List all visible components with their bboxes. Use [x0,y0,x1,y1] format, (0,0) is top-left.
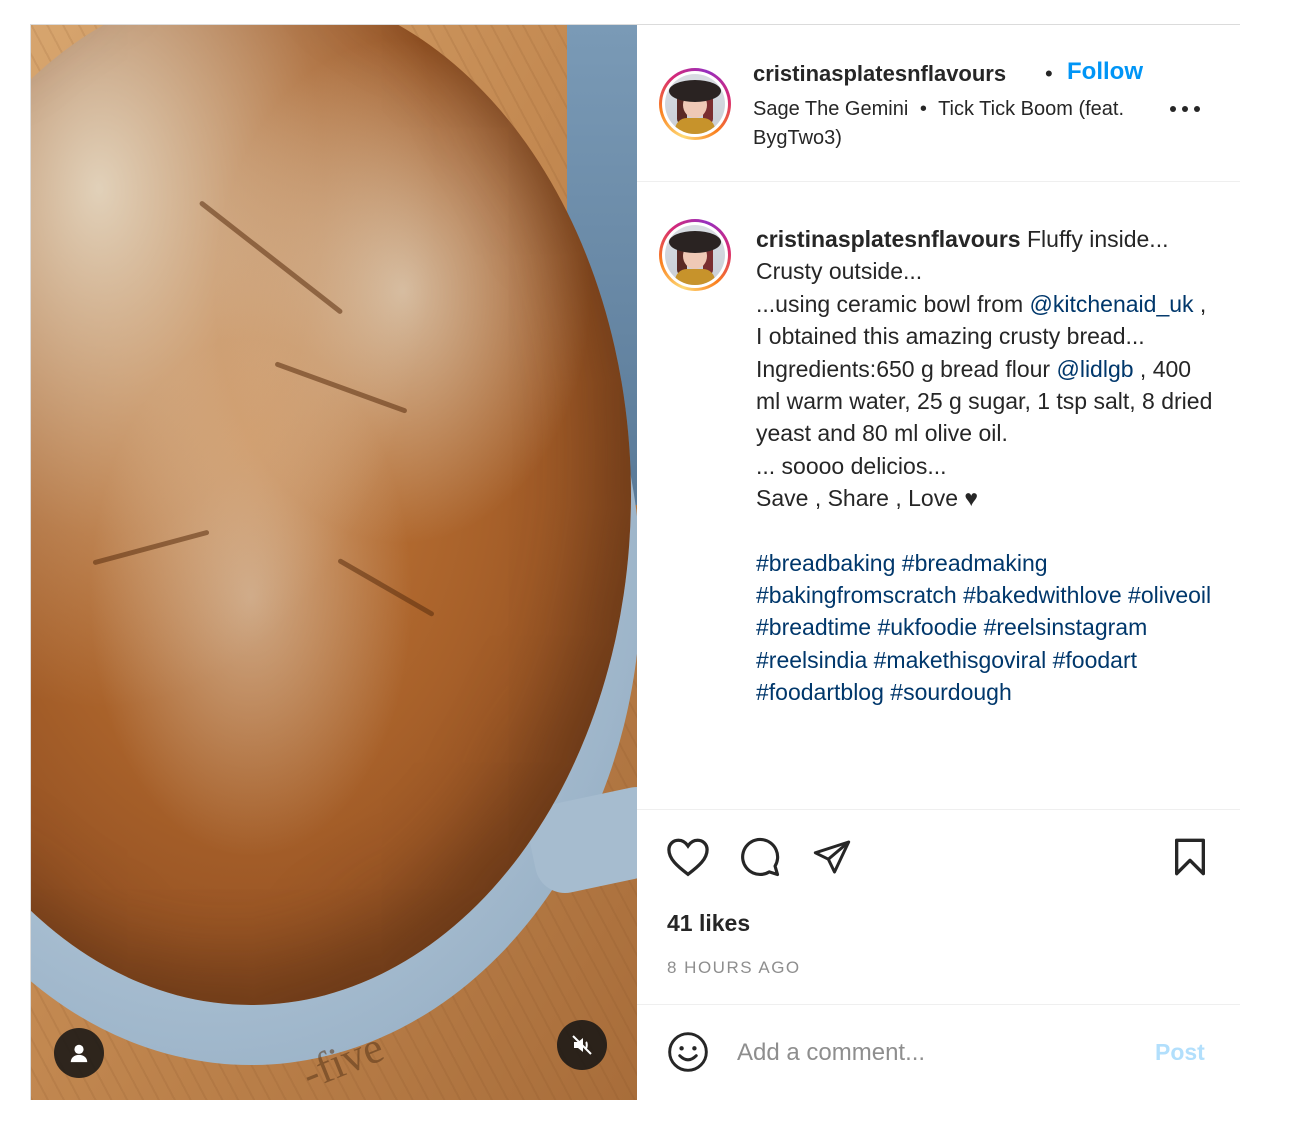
caption-username[interactable]: cristinasplatesnflavours [756,226,1021,252]
more-horizontal-icon [1170,106,1200,112]
caption-section: cristinasplatesnflavours Fluffy inside..… [637,183,1240,809]
send-icon [813,840,851,874]
comment-bar: Post [637,1005,1240,1100]
post-comment-button[interactable]: Post [1155,1039,1205,1066]
mention-link[interactable]: @kitchenaid_uk [1030,291,1194,317]
caption-text: cristinasplatesnflavours Fluffy inside..… [756,223,1216,709]
avatar[interactable] [659,68,731,140]
like-button[interactable] [665,834,711,880]
bookmark-icon [1174,838,1205,876]
post-video[interactable]: -five [31,25,637,1100]
follow-button[interactable]: Follow [1067,58,1143,86]
comment-input[interactable] [737,1033,1137,1073]
separator: • [1045,61,1053,86]
audio-artist[interactable]: Sage The Gemini [753,98,908,120]
caption-line: Fluffy inside... [1020,226,1169,252]
header-username[interactable]: cristinasplatesnflavours [753,61,1041,87]
audio-dot: • [919,98,927,120]
more-options-button[interactable] [1169,89,1201,120]
audio-info[interactable]: Sage The Gemini • Tick Tick Boom (feat. … [753,95,1153,153]
tagged-user-button[interactable] [54,1028,104,1078]
instagram-post: -five cristinasplatesnflavours • Follow … [30,24,1240,1100]
caption-line: ... soooo delicios... [756,452,947,479]
emoji-button[interactable] [665,1029,711,1075]
mute-button[interactable] [557,1020,607,1070]
caption-line: Ingredients:650 g bread flour [756,355,1057,382]
user-icon [70,1044,88,1063]
caption-avatar[interactable] [659,219,731,291]
emoji-icon [668,1032,708,1072]
save-button[interactable] [1167,834,1213,880]
mention-link[interactable]: @lidlgb [1056,356,1133,382]
comment-button[interactable] [737,834,783,880]
share-button[interactable] [809,834,855,880]
post-header: cristinasplatesnflavours • Follow Sage T… [637,25,1240,182]
caption-line: ...using ceramic bowl from [756,290,1030,317]
comment-icon [741,837,780,877]
action-bar: 41 likes 8 HOURS AGO [637,809,1240,1005]
heart-icon [667,838,709,877]
likes-count[interactable]: 41 likes [667,910,750,937]
speaker-muted-icon [572,1035,592,1055]
caption-line: Save , Share , Love ♥ [756,485,979,512]
post-timestamp[interactable]: 8 HOURS AGO [667,958,801,978]
hashtag-list[interactable]: #breadbaking #breadmaking #bakingfromscr… [756,547,1216,709]
caption-line: Crusty outside... [756,258,923,285]
post-details-panel: cristinasplatesnflavours • Follow Sage T… [637,25,1240,1100]
